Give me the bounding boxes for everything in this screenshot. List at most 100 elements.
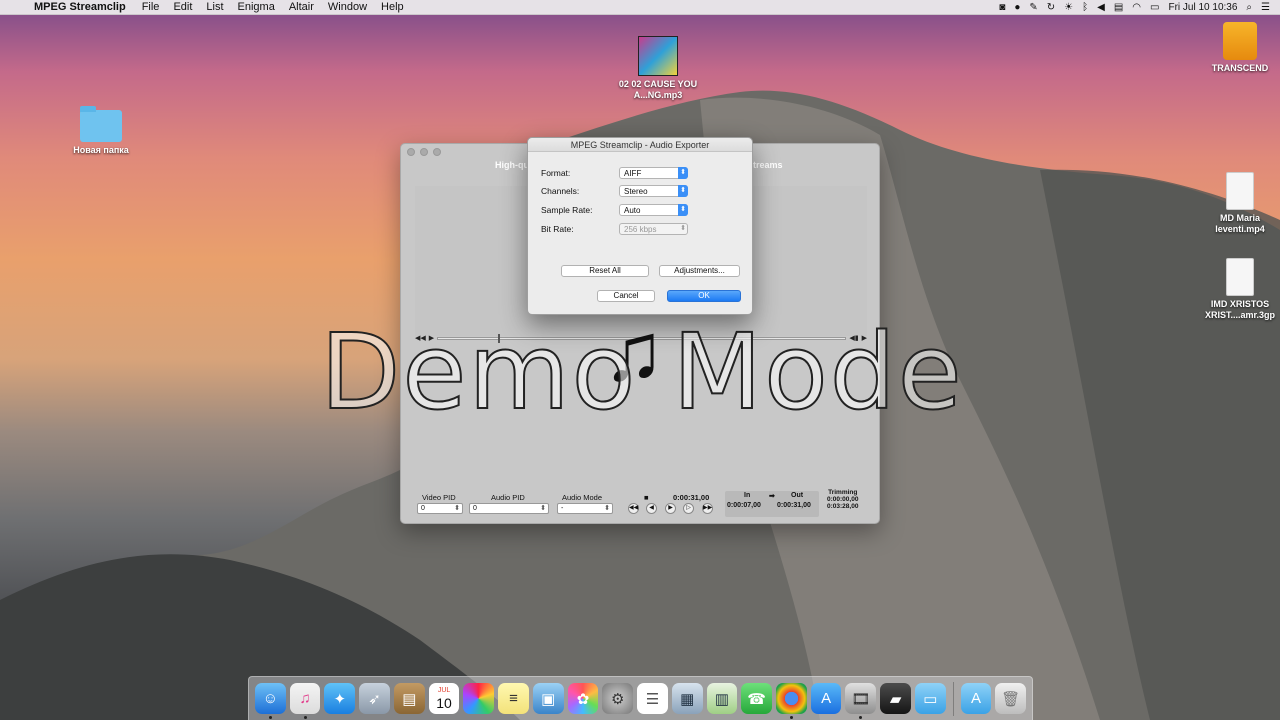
trash-icon[interactable]: 🗑 — [995, 683, 1027, 714]
sample-rate-row: Sample Rate: Auto ⬍ — [541, 204, 741, 216]
desktop-folder-label: Новая папка — [73, 145, 129, 155]
chrome-icon[interactable] — [776, 683, 807, 719]
record-icon[interactable]: ● — [1014, 2, 1020, 13]
safari-icon[interactable]: ✦ — [324, 683, 356, 714]
popup-arrows-icon: ⬍ — [678, 167, 688, 179]
in-out-panel: In ➡ Out 0:00:07,00 0:00:31,00 — [725, 491, 819, 517]
desktop-video1-label: MD Maria leventi.mp4 — [1215, 213, 1265, 234]
format-select[interactable]: AIFF ⬍ — [619, 167, 688, 179]
facetime-icon[interactable]: ☎ — [741, 683, 773, 714]
audio-pid-stepper[interactable]: 0 — [469, 503, 549, 514]
trimming-label: Trimming — [828, 489, 858, 496]
audio-exporter-dialog: MPEG Streamclip - Audio Exporter Format:… — [527, 137, 753, 315]
dialog-title: MPEG Streamclip - Audio Exporter — [528, 138, 752, 152]
minimize-button[interactable] — [420, 147, 428, 156]
bit-rate-label: Bit Rate: — [541, 224, 574, 234]
desktop-album-label: 02 02 CAUSE YOU A...NG.mp3 — [618, 79, 698, 100]
out-label: Out — [791, 492, 804, 499]
folder-stack-icon[interactable]: ▭ — [914, 683, 946, 714]
video-pid-label: Video PID — [422, 493, 456, 502]
sample-rate-select[interactable]: Auto ⬍ — [619, 204, 688, 216]
calendar-icon[interactable]: JUL 10 — [428, 683, 460, 714]
photos-wheel-icon[interactable] — [463, 683, 495, 714]
menu-file[interactable]: File — [135, 0, 167, 15]
audio-mode-select[interactable]: - — [557, 503, 613, 514]
banner-left-text: High-qu — [495, 160, 529, 170]
calendar-month: JUL — [437, 686, 451, 694]
menu-window[interactable]: Window — [321, 0, 374, 15]
reset-all-button[interactable]: Reset All — [561, 265, 649, 277]
desktop-video-file[interactable]: MD Maria leventi.mp4 — [1195, 172, 1280, 235]
desktop-album-file[interactable]: 02 02 CAUSE YOU A...NG.mp3 — [613, 36, 703, 101]
format-value: AIFF — [624, 169, 642, 178]
trimming-value-2: 0:03:28,00 — [827, 503, 859, 510]
desktop-3gp-file[interactable]: IMD XRISTOS XRIST....amr.3gp — [1195, 258, 1280, 321]
folder-icon — [80, 106, 122, 142]
photos-icon[interactable]: ✿ — [567, 683, 599, 714]
adjustments-button[interactable]: Adjustments... — [659, 265, 740, 277]
contacts-icon[interactable]: ▤ — [393, 683, 425, 714]
step-forward-button[interactable]: ▷ — [683, 503, 694, 514]
menu-list[interactable]: List — [199, 0, 230, 15]
step-back-button[interactable]: ◀ — [646, 503, 657, 514]
desktop-video2-label: IMD XRISTOS XRIST....amr.3gp — [1204, 299, 1276, 320]
image-capture-icon[interactable]: ▦ — [671, 683, 703, 714]
clock-text[interactable]: Fri Jul 10 10:36 — [1168, 2, 1237, 13]
play-button[interactable]: ▶ — [665, 503, 676, 514]
quicktime-document-icon — [1226, 258, 1254, 296]
clapper-icon[interactable]: ▰ — [880, 683, 911, 714]
fast-forward-button[interactable]: ▶▶ — [702, 503, 713, 514]
spotlight-icon[interactable]: ⌕ — [1246, 2, 1252, 13]
desktop-drive[interactable]: TRANSCEND — [1195, 22, 1280, 74]
bit-rate-select: 256 kbps ⬍ — [619, 223, 688, 235]
app-store-icon[interactable]: A — [810, 683, 842, 714]
camera-icon[interactable]: ◙ — [999, 2, 1005, 13]
cancel-button[interactable]: Cancel — [597, 290, 655, 302]
sync-icon[interactable]: ↻ — [1047, 2, 1055, 13]
notification-center-icon[interactable]: ☰ — [1261, 2, 1270, 13]
notes-icon[interactable]: ≡ — [498, 683, 529, 714]
sun-icon[interactable]: ☀ — [1064, 2, 1073, 13]
video-pid-stepper[interactable]: 0 — [417, 503, 463, 514]
arrow-right-icon: ➡ — [769, 493, 775, 500]
mpeg-streamclip-icon[interactable]: 🎞 — [845, 683, 877, 719]
reminders-icon[interactable]: ☰ — [637, 683, 668, 714]
finder-icon[interactable]: ☺ — [255, 683, 286, 719]
display-icon[interactable]: ▭ — [1150, 2, 1159, 13]
channels-select[interactable]: Stereo ⬍ — [619, 185, 688, 197]
menu-altair[interactable]: Altair — [282, 0, 321, 15]
system-preferences-icon[interactable]: ⚙ — [602, 683, 634, 714]
format-row: Format: AIFF ⬍ — [541, 167, 741, 179]
popup-arrows-icon: ⬍ — [680, 225, 686, 232]
volume-icon[interactable]: ◀ — [1097, 2, 1105, 13]
document-icon — [1226, 172, 1254, 210]
preview-photos-icon[interactable]: ▥ — [706, 683, 738, 714]
flag-icon[interactable]: ▤ — [1114, 2, 1123, 13]
zoom-button[interactable] — [433, 147, 441, 156]
rewind-button[interactable]: ◀◀ — [628, 503, 639, 514]
control-panel: Video PID 0 Audio PID 0 Audio Mode - ■ 0… — [415, 489, 867, 521]
out-time: 0:00:31,00 — [777, 502, 811, 509]
bluetooth-icon[interactable]: ᛒ — [1082, 2, 1088, 13]
app-menu[interactable]: MPEG Streamclip — [30, 1, 135, 13]
channels-label: Channels: — [541, 186, 580, 196]
menu-enigma[interactable]: Enigma — [231, 0, 282, 15]
applications-folder-icon[interactable]: A — [960, 683, 992, 714]
close-button[interactable] — [407, 147, 415, 156]
brush-icon[interactable]: ✎ — [1029, 2, 1037, 13]
menu-edit[interactable]: Edit — [166, 0, 199, 15]
launchpad-icon[interactable]: ➶ — [359, 683, 390, 714]
popup-arrows-icon: ⬍ — [678, 204, 688, 216]
wifi-icon[interactable]: ◠ — [1132, 2, 1141, 13]
audio-mode-label: Audio Mode — [562, 493, 603, 502]
desktop-folder[interactable]: Новая папка — [56, 106, 146, 156]
menu-bar: MPEG Streamclip File Edit List Enigma Al… — [0, 0, 1280, 15]
in-label: In — [744, 492, 751, 499]
channels-value: Stereo — [624, 187, 648, 196]
ok-button[interactable]: OK — [667, 290, 741, 302]
running-indicator — [859, 716, 863, 719]
external-drive-icon — [1223, 22, 1257, 60]
preview-icon[interactable]: ▣ — [532, 683, 564, 714]
itunes-icon[interactable]: ♫ — [289, 683, 321, 719]
menu-help[interactable]: Help — [374, 0, 411, 15]
